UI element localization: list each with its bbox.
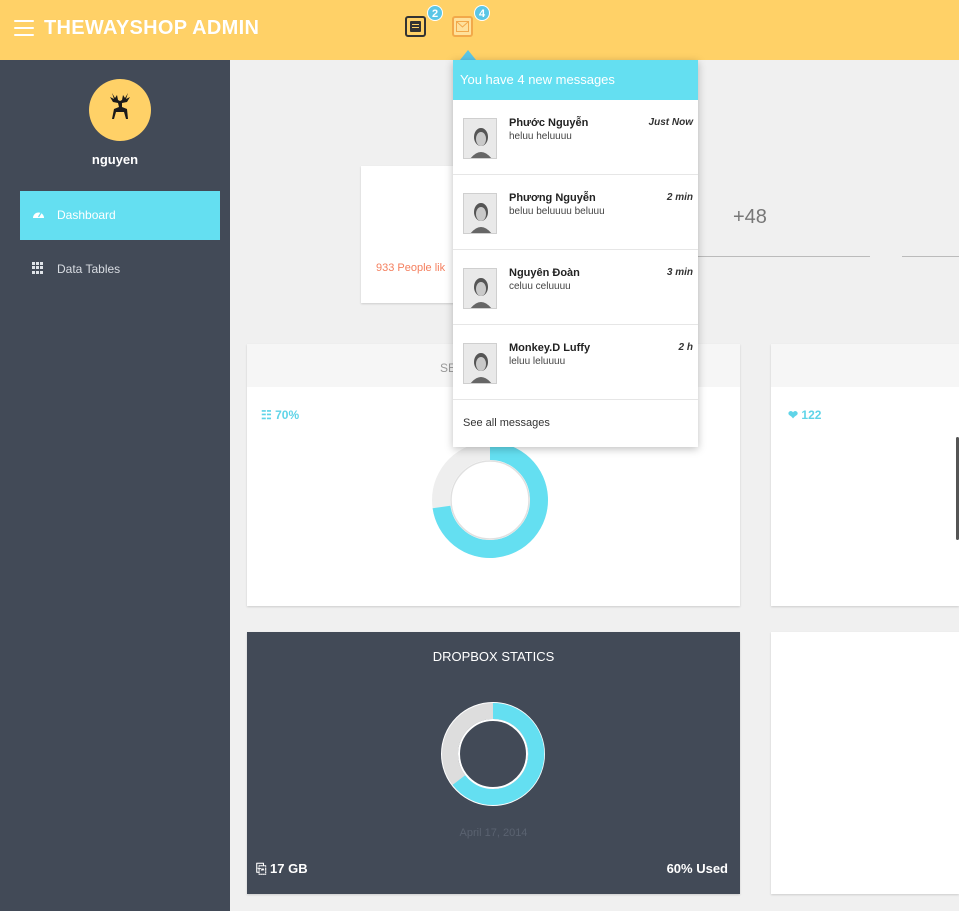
message-sender: Phước Nguyễn <box>509 117 589 129</box>
card-header <box>771 344 959 387</box>
likes-stat: ❤ 122 <box>788 408 821 422</box>
dropbox-donut-chart <box>441 702 545 806</box>
message-time: 2 h <box>678 342 693 353</box>
database-icon: ☷ <box>261 408 272 422</box>
sidebar-item-dashboard[interactable]: Dashboard <box>20 191 220 240</box>
messages-badge: 4 <box>474 5 490 21</box>
dropdown-header: You have 4 new messages <box>453 60 698 100</box>
dropbox-card: DROPBOX STATICS April 17, 2014 ⎘ 17 GB 6… <box>247 632 740 894</box>
message-sender: Nguyên Đoàn <box>509 267 580 279</box>
likes-card: ❤ 122 <box>771 344 959 606</box>
server-donut-chart <box>432 442 548 558</box>
people-like-text: 933 People lik <box>376 262 446 274</box>
brand-title[interactable]: THEWAYSHOP ADMIN <box>44 17 259 40</box>
message-text: celuu celuuuu <box>509 281 571 292</box>
message-avatar <box>463 118 497 159</box>
dashboard-icon <box>33 212 44 218</box>
message-text: heluu heluuuu <box>509 131 572 142</box>
message-avatar <box>463 268 497 309</box>
see-all-messages-link[interactable]: See all messages <box>463 417 550 429</box>
dropbox-date: April 17, 2014 <box>459 827 528 839</box>
message-sender: Monkey.D Luffy <box>509 342 591 354</box>
message-time: 2 min <box>666 192 693 203</box>
message-item[interactable]: Nguyên Đoàn 3 min celuu celuuuu <box>453 250 698 325</box>
mail-icon[interactable] <box>452 16 473 37</box>
message-item[interactable]: Monkey.D Luffy 2 h leluu leluuuu <box>453 325 698 400</box>
plus-count: +48 <box>733 206 767 228</box>
message-text: beluu beluuuu beluuu <box>509 206 605 217</box>
message-text: leluu leluuuu <box>509 356 566 367</box>
likes-stat-value: 122 <box>801 408 822 422</box>
dropdown-arrow <box>460 50 476 60</box>
deer-icon <box>110 93 130 119</box>
table-icon <box>32 262 45 274</box>
top-navbar: THEWAYSHOP ADMIN 2 4 <box>0 0 959 60</box>
sidebar-username: nguyen <box>91 152 139 167</box>
message-item[interactable]: Phương Nguyễn 2 min beluu beluuuu beluuu <box>453 175 698 250</box>
printer-icon: ⎘ <box>256 861 267 876</box>
sidebar-item-data-tables[interactable]: Data Tables <box>20 245 220 294</box>
divider <box>902 256 959 257</box>
divider <box>698 256 870 257</box>
avatar[interactable] <box>89 79 151 141</box>
message-sender: Phương Nguyễn <box>509 192 596 204</box>
sidebar: nguyen Dashboard Data Tables <box>0 60 230 911</box>
dropbox-title: DROPBOX STATICS <box>432 649 555 664</box>
server-stat: ☷ 70% <box>261 408 299 422</box>
message-item[interactable]: Phước Nguyễn Just Now heluu heluuuu <box>453 100 698 175</box>
empty-card <box>771 632 959 894</box>
sidebar-item-label: Data Tables <box>57 262 121 276</box>
tasks-icon[interactable] <box>405 16 426 37</box>
dropbox-size-value: 17 GB <box>270 861 308 876</box>
dropbox-size: ⎘ 17 GB <box>256 861 308 877</box>
sidebar-item-label: Dashboard <box>57 208 116 222</box>
dropbox-used: 60% Used <box>666 861 728 876</box>
message-time: 3 min <box>666 267 693 278</box>
message-avatar <box>463 343 497 384</box>
message-avatar <box>463 193 497 234</box>
server-stat-value: 70% <box>275 408 300 422</box>
messages-dropdown: You have 4 new messages Phước Nguyễn Jus… <box>453 60 698 447</box>
message-time: Just Now <box>648 117 693 128</box>
tasks-badge: 2 <box>427 5 443 21</box>
heart-icon: ❤ <box>788 408 799 422</box>
menu-toggle-icon[interactable] <box>14 20 34 36</box>
